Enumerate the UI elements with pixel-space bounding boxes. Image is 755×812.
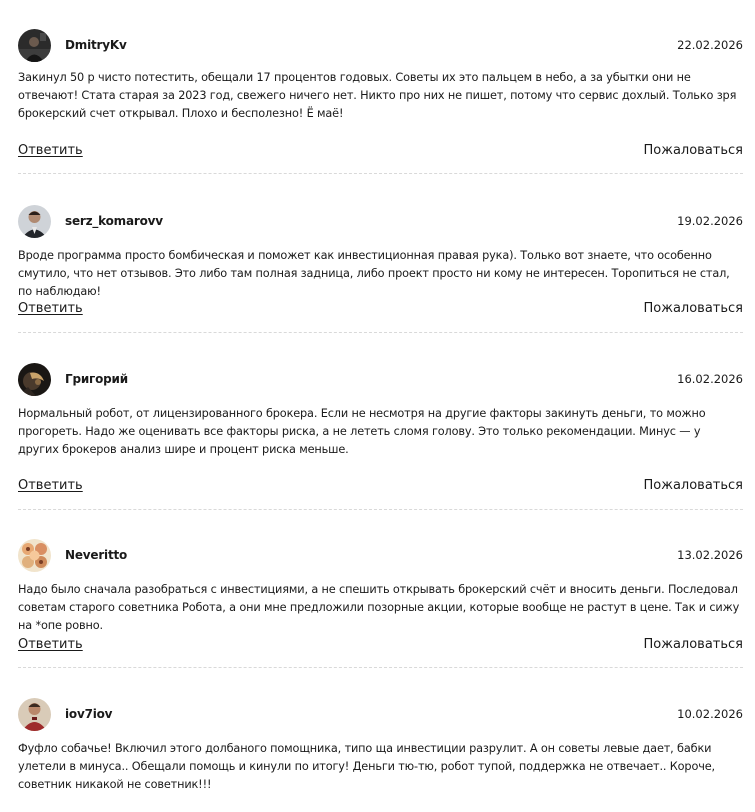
- comment-actions: Ответить Пожаловаться: [18, 637, 743, 657]
- comment-item: iov7iov 10.02.2026 Фуфло собачье! Включи…: [18, 698, 743, 791]
- comment-date: 22.02.2026: [677, 38, 743, 52]
- comment-date: 10.02.2026: [677, 707, 743, 721]
- comment-text: Нормальный робот, от лицензированного бр…: [18, 407, 706, 456]
- comment-author: iov7iov: [65, 707, 113, 721]
- divider: [18, 509, 743, 510]
- comment-author: serz_komarovv: [65, 214, 163, 228]
- avatar[interactable]: [18, 29, 51, 62]
- divider: [18, 332, 743, 333]
- reply-link[interactable]: Ответить: [18, 301, 83, 316]
- avatar[interactable]: [18, 539, 51, 572]
- comment-date: 13.02.2026: [677, 548, 743, 562]
- comment-item: Neveritto 13.02.2026 Надо было сначала р…: [18, 539, 743, 668]
- comment-date: 19.02.2026: [677, 214, 743, 228]
- reply-link[interactable]: Ответить: [18, 478, 83, 493]
- comment-item: DmitryKv 22.02.2026 Закинул 50 р чисто п…: [18, 29, 743, 174]
- report-link[interactable]: Пожаловаться: [644, 301, 744, 316]
- avatar[interactable]: [18, 698, 51, 731]
- report-link[interactable]: Пожаловаться: [644, 637, 744, 652]
- report-link[interactable]: Пожаловаться: [644, 143, 744, 158]
- comment-date: 16.02.2026: [677, 372, 743, 386]
- comment-header: Neveritto 13.02.2026: [18, 539, 743, 573]
- comment-actions: Ответить Пожаловаться: [18, 301, 743, 321]
- report-link[interactable]: Пожаловаться: [644, 478, 744, 493]
- comment-item: serz_komarovv 19.02.2026 Вроде программа…: [18, 205, 743, 333]
- comment-header: Григорий 16.02.2026: [18, 363, 743, 397]
- comment-text: Фуфло собачье! Включил этого долбаного п…: [18, 742, 715, 791]
- comment-author: Neveritto: [65, 548, 128, 562]
- comment-text: Вроде программа просто бомбическая и пом…: [18, 249, 730, 298]
- divider: [18, 173, 743, 174]
- comment-author: Григорий: [65, 372, 128, 386]
- comment-author: DmitryKv: [65, 38, 127, 52]
- comment-text: Надо было сначала разобраться с инвестиц…: [18, 583, 740, 632]
- avatar[interactable]: [18, 363, 51, 396]
- comment-item: Григорий 16.02.2026 Нормальный робот, от…: [18, 363, 743, 510]
- comment-actions: Ответить Пожаловаться: [18, 478, 743, 498]
- divider: [18, 667, 743, 668]
- comment-header: iov7iov 10.02.2026: [18, 698, 743, 732]
- avatar[interactable]: [18, 205, 51, 238]
- comment-actions: Ответить Пожаловаться: [18, 143, 743, 163]
- reply-link[interactable]: Ответить: [18, 143, 83, 158]
- reply-link[interactable]: Ответить: [18, 637, 83, 652]
- comment-header: serz_komarovv 19.02.2026: [18, 205, 743, 239]
- comment-text: Закинул 50 р чисто потестить, обещали 17…: [18, 71, 737, 120]
- comment-header: DmitryKv 22.02.2026: [18, 29, 743, 63]
